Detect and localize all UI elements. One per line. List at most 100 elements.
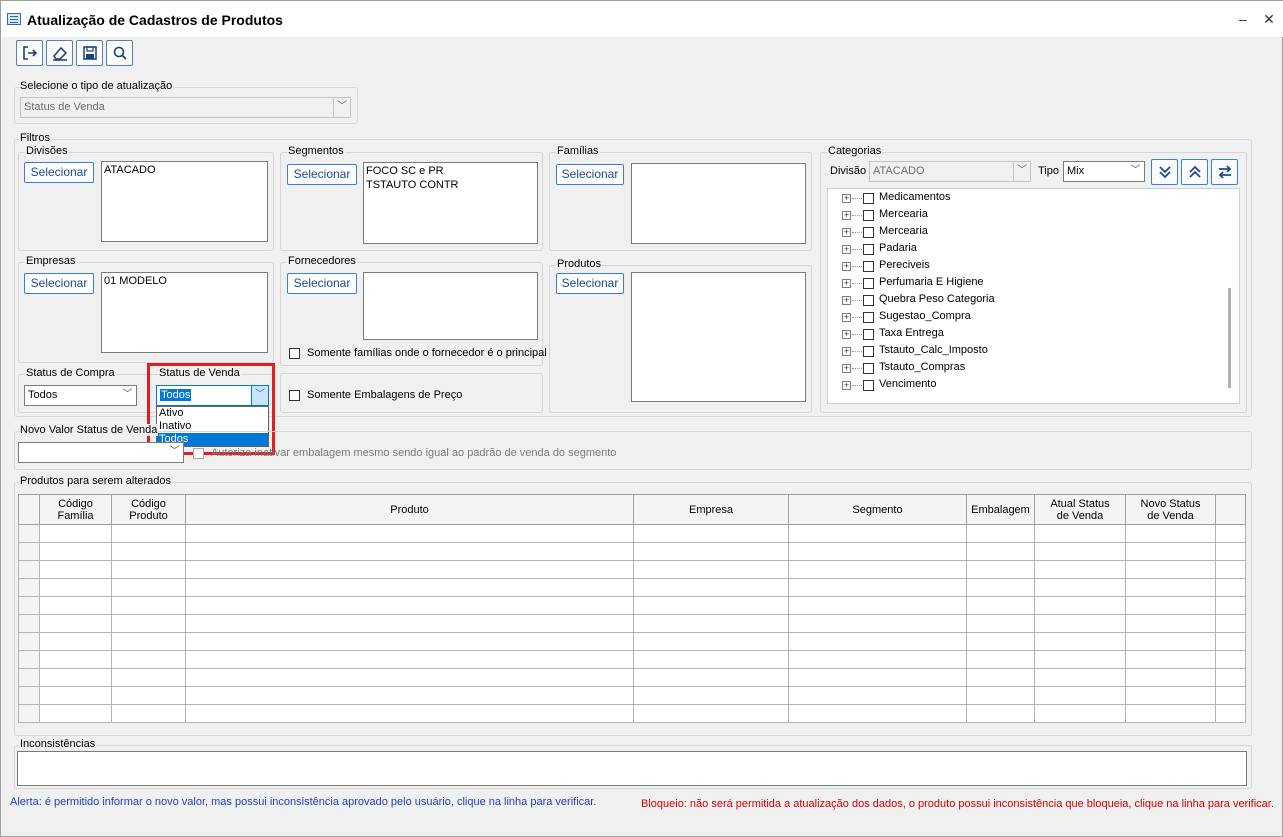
fornecedores-list[interactable] bbox=[363, 272, 538, 340]
table-cell[interactable] bbox=[1215, 650, 1246, 669]
table-cell[interactable] bbox=[788, 704, 967, 723]
table-cell[interactable] bbox=[633, 560, 789, 579]
status-compra-select[interactable]: Todos ﹀ bbox=[24, 385, 137, 406]
table-cell[interactable] bbox=[788, 596, 967, 615]
row-header-cell[interactable] bbox=[18, 668, 40, 687]
table-cell[interactable] bbox=[966, 578, 1035, 597]
table-cell[interactable] bbox=[1034, 560, 1126, 579]
table-cell[interactable] bbox=[788, 578, 967, 597]
table-cell[interactable] bbox=[1215, 704, 1246, 723]
table-cell[interactable] bbox=[185, 614, 634, 633]
table-cell[interactable] bbox=[111, 704, 186, 723]
table-cell[interactable] bbox=[111, 614, 186, 633]
table-cell[interactable] bbox=[1215, 632, 1246, 651]
table-cell[interactable] bbox=[39, 668, 112, 687]
table-cell[interactable] bbox=[633, 614, 789, 633]
table-cell[interactable] bbox=[111, 668, 186, 687]
table-cell[interactable] bbox=[185, 704, 634, 723]
col-produto[interactable]: Produto bbox=[185, 494, 634, 525]
table-cell[interactable] bbox=[1125, 632, 1216, 651]
expand-all-button[interactable] bbox=[1151, 159, 1178, 185]
tree-item-checkbox[interactable] bbox=[863, 295, 874, 306]
row-header-cell[interactable] bbox=[18, 614, 40, 633]
embalagens-preco-checkbox[interactable] bbox=[289, 390, 300, 401]
expand-plus-icon[interactable]: + bbox=[842, 364, 851, 373]
expand-plus-icon[interactable]: + bbox=[842, 228, 851, 237]
expand-plus-icon[interactable]: + bbox=[842, 330, 851, 339]
table-cell[interactable] bbox=[633, 632, 789, 651]
table-cell[interactable] bbox=[1215, 524, 1246, 543]
divisoes-select-button[interactable]: Selecionar bbox=[24, 162, 94, 183]
table-cell[interactable] bbox=[1034, 614, 1126, 633]
table-cell[interactable] bbox=[39, 614, 112, 633]
row-header-cell[interactable] bbox=[18, 686, 40, 705]
expand-plus-icon[interactable]: + bbox=[842, 347, 851, 356]
table-cell[interactable] bbox=[1034, 704, 1126, 723]
table-cell[interactable] bbox=[966, 614, 1035, 633]
row-header-cell[interactable] bbox=[18, 650, 40, 669]
col-codigo-familia[interactable]: Código Família bbox=[39, 494, 112, 525]
empresas-select-button[interactable]: Selecionar bbox=[24, 273, 94, 294]
table-cell[interactable] bbox=[788, 632, 967, 651]
table-cell[interactable] bbox=[966, 542, 1035, 561]
table-cell[interactable] bbox=[39, 578, 112, 597]
table-row[interactable] bbox=[18, 524, 1246, 543]
tree-item-checkbox[interactable] bbox=[863, 312, 874, 323]
row-header-cell[interactable] bbox=[18, 596, 40, 615]
table-cell[interactable] bbox=[966, 704, 1035, 723]
table-cell[interactable] bbox=[1125, 650, 1216, 669]
row-header-cell[interactable] bbox=[18, 632, 40, 651]
table-cell[interactable] bbox=[1125, 704, 1216, 723]
col-embalagem[interactable]: Embalagem bbox=[966, 494, 1035, 525]
table-cell[interactable] bbox=[1125, 668, 1216, 687]
col-empresa[interactable]: Empresa bbox=[633, 494, 789, 525]
table-cell[interactable] bbox=[1034, 668, 1126, 687]
table-cell[interactable] bbox=[966, 524, 1035, 543]
table-row[interactable] bbox=[18, 542, 1246, 561]
table-cell[interactable] bbox=[1034, 578, 1126, 597]
row-header-cell[interactable] bbox=[18, 704, 40, 723]
table-cell[interactable] bbox=[185, 596, 634, 615]
table-cell[interactable] bbox=[1125, 560, 1216, 579]
expand-plus-icon[interactable]: + bbox=[842, 211, 851, 220]
table-cell[interactable] bbox=[966, 632, 1035, 651]
table-cell[interactable] bbox=[966, 560, 1035, 579]
col-novo-status[interactable]: Novo Status de Venda bbox=[1125, 494, 1216, 525]
table-cell[interactable] bbox=[111, 686, 186, 705]
categorias-tipo-select[interactable]: Mix ﹀ bbox=[1063, 161, 1145, 182]
table-cell[interactable] bbox=[633, 542, 789, 561]
table-cell[interactable] bbox=[39, 686, 112, 705]
table-cell[interactable] bbox=[633, 686, 789, 705]
table-cell[interactable] bbox=[39, 650, 112, 669]
table-cell[interactable] bbox=[185, 578, 634, 597]
table-cell[interactable] bbox=[966, 668, 1035, 687]
novo-valor-select[interactable]: ﹀ bbox=[18, 442, 184, 463]
table-cell[interactable] bbox=[111, 632, 186, 651]
produtos-list[interactable] bbox=[631, 272, 806, 402]
inconsistencias-box[interactable] bbox=[17, 751, 1247, 786]
table-row[interactable] bbox=[18, 650, 1246, 669]
collapse-all-button[interactable] bbox=[1181, 159, 1208, 185]
col-atual-status[interactable]: Atual Status de Venda bbox=[1034, 494, 1126, 525]
table-cell[interactable] bbox=[966, 686, 1035, 705]
table-cell[interactable] bbox=[111, 542, 186, 561]
table-row[interactable] bbox=[18, 596, 1246, 615]
table-row[interactable] bbox=[18, 614, 1246, 633]
table-cell[interactable] bbox=[185, 524, 634, 543]
table-cell[interactable] bbox=[788, 668, 967, 687]
table-cell[interactable] bbox=[111, 578, 186, 597]
divisoes-list[interactable]: ATACADO bbox=[101, 161, 268, 242]
clear-button[interactable] bbox=[46, 40, 73, 66]
table-cell[interactable] bbox=[788, 686, 967, 705]
table-cell[interactable] bbox=[111, 650, 186, 669]
tree-item-checkbox[interactable] bbox=[863, 261, 874, 272]
familias-select-button[interactable]: Selecionar bbox=[556, 164, 624, 185]
tree-item-checkbox[interactable] bbox=[863, 346, 874, 357]
tree-item-checkbox[interactable] bbox=[863, 363, 874, 374]
tree-item-checkbox[interactable] bbox=[863, 278, 874, 289]
table-cell[interactable] bbox=[633, 578, 789, 597]
table-cell[interactable] bbox=[633, 524, 789, 543]
table-cell[interactable] bbox=[1125, 614, 1216, 633]
col-segmento[interactable]: Segmento bbox=[788, 494, 967, 525]
familias-list[interactable] bbox=[631, 163, 806, 244]
